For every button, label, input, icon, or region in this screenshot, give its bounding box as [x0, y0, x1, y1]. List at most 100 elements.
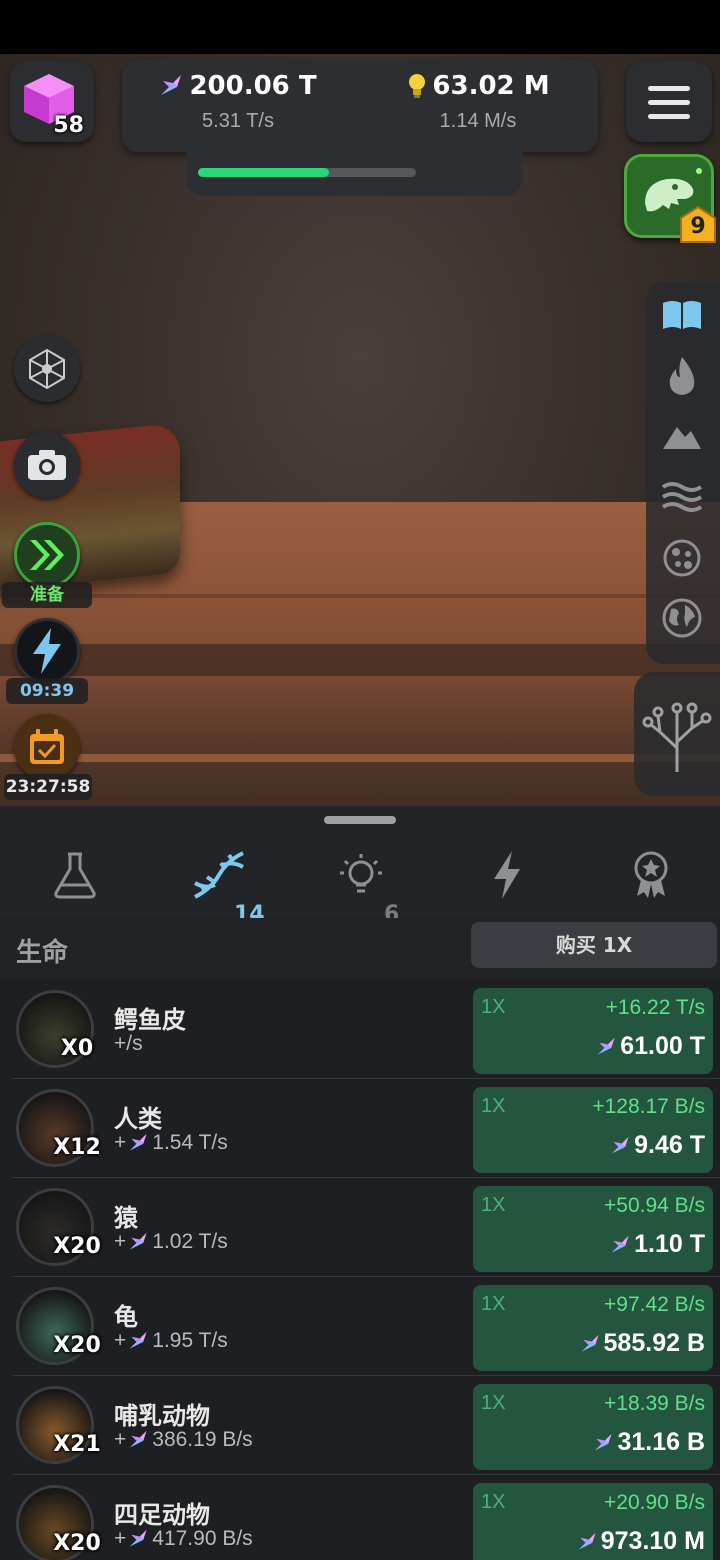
creature-count: X12: [53, 1135, 101, 1160]
list-item[interactable]: X20 四足动物 +417.90 B/s 1X +20.90 B/s 973.10 M: [12, 1475, 720, 1560]
buy-button[interactable]: 1X +18.39 B/s 31.16 B: [473, 1384, 713, 1470]
buy-button[interactable]: 1X +50.94 B/s 1.10 T: [473, 1186, 713, 1272]
creature-rate: +386.19 B/s: [114, 1428, 253, 1451]
fire-icon[interactable]: [660, 354, 704, 398]
list-item[interactable]: X12 人类 +1.54 T/s 1X +128.17 B/s 9.46 T: [12, 1079, 720, 1178]
fast-forward-button[interactable]: [14, 522, 80, 588]
creature-rate: +1.95 T/s: [114, 1329, 228, 1352]
tab-boost[interactable]: [452, 836, 562, 914]
section-header: 生命 购买 1X: [0, 918, 720, 980]
creature-count: X20: [53, 1333, 101, 1358]
buy-button[interactable]: 1X +97.42 B/s 585.92 B: [473, 1285, 713, 1371]
crystal-icon: [129, 1133, 147, 1151]
tab-dna[interactable]: 14: [164, 836, 274, 927]
creature-rate: +1.54 T/s: [114, 1131, 228, 1154]
camera-icon: [28, 450, 66, 480]
buy-button[interactable]: 1X +20.90 B/s 973.10 M: [473, 1483, 713, 1560]
list-item[interactable]: X21 哺乳动物 +386.19 B/s 1X +18.39 B/s 31.16 B: [12, 1376, 720, 1475]
idea-rate: 1.14 M/s: [439, 110, 517, 132]
gem-button[interactable]: 58: [10, 62, 94, 142]
crystal-icon: [578, 1532, 596, 1550]
idea-resource: 63.02 M 1.14 M/s: [368, 66, 588, 133]
crystal-resource: 200.06 T 5.31 T/s: [128, 66, 348, 133]
boost-button[interactable]: [14, 618, 80, 684]
event-button[interactable]: [14, 714, 80, 780]
hamburger-icon: [648, 86, 690, 91]
camera-button[interactable]: [14, 432, 80, 498]
progress-holder: [186, 152, 522, 196]
buy-gain: +16.22 T/s: [605, 996, 705, 1019]
section-title: 生命: [16, 938, 69, 968]
menu-button[interactable]: [626, 62, 712, 142]
buy-multiplier: 1X: [481, 1392, 506, 1414]
list-item[interactable]: X0 鳄鱼皮 +/s 1X +16.22 T/s 61.00 T: [12, 980, 720, 1079]
evolution-tree-button[interactable]: [634, 672, 720, 796]
cell-icon[interactable]: [660, 536, 704, 580]
lightbulb-icon: [409, 74, 426, 98]
creature-name: 四足动物: [114, 1501, 210, 1529]
tab-lab[interactable]: [20, 836, 130, 914]
crystal-icon: [129, 1232, 147, 1250]
calendar-icon: [30, 729, 64, 764]
buy-button[interactable]: 1X +128.17 B/s 9.46 T: [473, 1087, 713, 1173]
dna-icon: [193, 851, 245, 899]
boost-timer: 09:39: [6, 678, 88, 704]
fast-forward-icon: [30, 540, 64, 570]
buy-multiplier: 1X: [481, 1293, 506, 1315]
lightning-icon: [33, 628, 61, 674]
crystal-icon: [129, 1331, 147, 1349]
bottom-panel: 14 6 生命 购买 1X X0 鳄鱼皮 +/s 1X +16.22 T/s 61.00 …: [0, 806, 720, 1560]
drag-handle[interactable]: [324, 816, 396, 824]
crystal-icon: [595, 1433, 613, 1451]
creature-name: 猿: [114, 1204, 138, 1232]
buy-mode-button[interactable]: 购买 1X: [471, 922, 717, 968]
globe-icon[interactable]: [660, 596, 704, 640]
crystal-icon: [597, 1037, 615, 1055]
tree-icon: [642, 702, 712, 772]
ready-label: 准备: [2, 582, 92, 608]
creature-rate: +1.02 T/s: [114, 1230, 228, 1253]
creature-count: X20: [53, 1531, 101, 1556]
crystal-icon: [581, 1334, 599, 1352]
tab-ideas[interactable]: 6: [306, 836, 416, 927]
status-bar: [0, 0, 720, 54]
network-button[interactable]: [14, 336, 80, 402]
tab-achievements[interactable]: [596, 836, 706, 914]
buy-cost: 973.10 M: [577, 1527, 705, 1556]
crystal-icon: [611, 1136, 629, 1154]
mountain-icon[interactable]: [660, 414, 704, 458]
creature-name: 龟: [114, 1303, 138, 1331]
buy-button[interactable]: 1X +16.22 T/s 61.00 T: [473, 988, 713, 1074]
buy-cost: 585.92 B: [580, 1329, 705, 1358]
creature-count: X21: [53, 1432, 101, 1457]
buy-cost: 1.10 T: [610, 1230, 705, 1259]
crystal-total: 200.06 T: [189, 71, 317, 101]
event-timer: 23:27:58: [4, 774, 92, 800]
crystal-icon: [161, 75, 182, 95]
waves-icon[interactable]: [660, 474, 704, 518]
buy-multiplier: 1X: [481, 1194, 506, 1216]
crystal-icon: [611, 1235, 629, 1253]
lightning-icon: [494, 851, 520, 899]
list-item[interactable]: X20 龟 +1.95 T/s 1X +97.42 B/s 585.92 B: [12, 1277, 720, 1376]
buy-multiplier: 1X: [481, 996, 506, 1018]
progress-fill: [198, 168, 329, 177]
book-icon[interactable]: [660, 292, 704, 336]
resource-panel: 200.06 T 5.31 T/s 63.02 M 1.14 M/s: [122, 60, 598, 152]
network-icon: [29, 348, 65, 390]
progress-bar: [198, 168, 416, 177]
buy-gain: +128.17 B/s: [592, 1095, 705, 1118]
idea-total: 63.02 M: [432, 71, 550, 101]
buy-cost: 9.46 T: [610, 1131, 705, 1160]
crystal-icon: [129, 1430, 147, 1448]
dino-badge-count: 9: [690, 214, 706, 239]
tab-bar: 14 6: [0, 806, 720, 927]
buy-multiplier: 1X: [481, 1095, 506, 1117]
creature-count: X0: [60, 1036, 94, 1061]
creature-name: 鳄鱼皮: [114, 1006, 186, 1034]
creature-rate: +417.90 B/s: [114, 1527, 253, 1550]
gem-count: 58: [53, 113, 84, 138]
list-item[interactable]: X20 猿 +1.02 T/s 1X +50.94 B/s 1.10 T: [12, 1178, 720, 1277]
creature-count: X20: [53, 1234, 101, 1259]
buy-cost: 31.16 B: [593, 1428, 705, 1457]
